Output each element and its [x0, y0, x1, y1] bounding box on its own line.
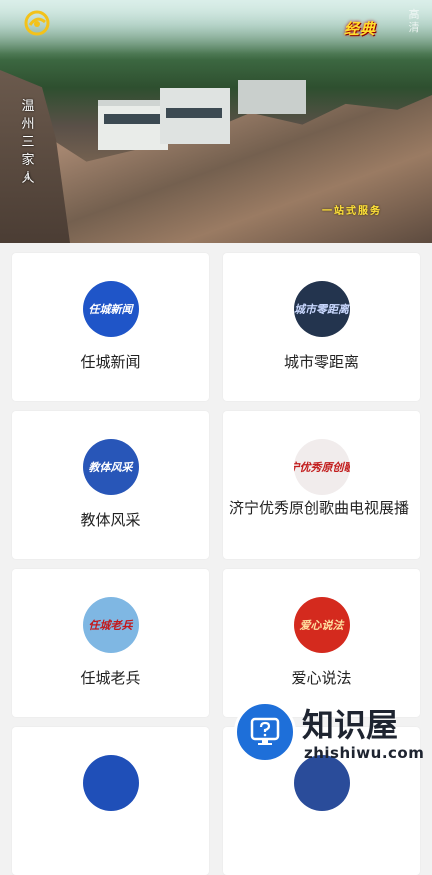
program-label: 任城新闻: [80, 353, 141, 371]
program-label: 济宁优秀原创歌曲电视展播: [229, 499, 410, 517]
app-logo-icon: [24, 10, 50, 36]
program-card[interactable]: 济宁优秀原创歌曲 济宁优秀原创歌曲电视展播: [223, 411, 420, 559]
program-thumbnail: [293, 755, 350, 811]
hd-mark: 高清: [408, 8, 420, 34]
program-thumbnail: 城市零距离: [293, 281, 350, 337]
channel-logo: 经典: [344, 20, 377, 38]
watermark-url: zhishiwu.com: [304, 744, 425, 762]
program-card[interactable]: 城市零距离 城市零距离: [223, 253, 420, 401]
program-thumbnail: 任城老兵: [82, 597, 139, 653]
house: [98, 100, 168, 150]
program-thumbnail: 济宁优秀原创歌曲: [293, 439, 350, 495]
question-monitor-icon: [234, 701, 296, 763]
program-label: 爱心说法: [291, 669, 352, 687]
program-card[interactable]: 爱心说法 爱心说法: [223, 569, 420, 717]
thumb-text: 任城新闻: [88, 303, 133, 316]
program-thumbnail: 任城新闻: [82, 281, 139, 337]
slogan-text: 一站式服务: [322, 206, 382, 217]
program-thumbnail: 爱心说法: [293, 597, 350, 653]
watermark-text: 知识屋: [302, 706, 399, 744]
thumb-text: 爱心说法: [299, 619, 344, 632]
thumb-text: 任城老兵: [88, 619, 133, 632]
program-label: 任城老兵: [80, 669, 141, 687]
program-card[interactable]: 教体风采 教体风采: [12, 411, 209, 559]
thumb-text: 教体风采: [88, 461, 133, 474]
house-window: [104, 114, 160, 124]
program-card[interactable]: [12, 727, 209, 875]
hero-video-banner[interactable]: 经典 高清 温州三家人 4 一站式服务: [0, 0, 432, 243]
thumb-text: 济宁优秀原创歌曲: [294, 461, 350, 474]
program-grid: 任城新闻 任城新闻 城市零距离 城市零距离 教体风采 教体风采 济宁优秀原创歌曲…: [0, 243, 432, 875]
program-card[interactable]: 任城新闻 任城新闻: [12, 253, 209, 401]
program-thumbnail: [82, 755, 139, 811]
program-label: 城市零距离: [283, 353, 359, 371]
program-label: 教体风采: [80, 511, 141, 529]
episode-number: 4: [24, 172, 31, 183]
program-card[interactable]: 任城老兵 任城老兵: [12, 569, 209, 717]
program-thumbnail: 教体风采: [82, 439, 139, 495]
house: [238, 80, 306, 114]
house-window: [166, 108, 222, 118]
thumb-text: 城市零距离: [294, 303, 349, 316]
